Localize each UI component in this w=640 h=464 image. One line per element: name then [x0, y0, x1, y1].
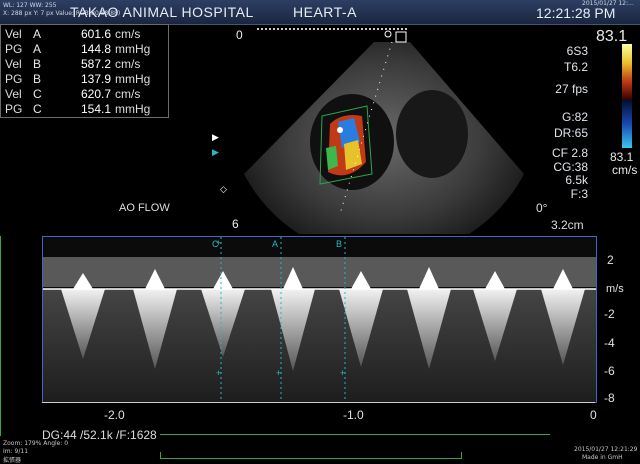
image-index: Im: 9/11 — [3, 448, 29, 455]
date-small: 2015/01/27 12:... — [582, 0, 634, 7]
measurement-row: Vel A 601.6 cm/s — [1, 27, 168, 42]
measurement-value: 620.7 — [80, 87, 111, 101]
x-tick-neg1: -1.0 — [343, 408, 364, 422]
measurement-unit: cm/s — [115, 27, 141, 41]
prf-label: 6.5k — [565, 173, 588, 187]
hospital-name: TAKAO ANIMAL HOSPITAL — [70, 4, 254, 20]
y-tick-neg8: -8 — [604, 391, 615, 405]
y-tick-neg2: -2 — [604, 307, 615, 321]
ao-flow-label: AO FLOW — [119, 202, 170, 214]
y-tick-2: 2 — [607, 253, 614, 267]
color-scale-red-bar — [622, 44, 632, 100]
svg-text:+: + — [340, 368, 345, 378]
measurement-unit: cm/s — [115, 87, 141, 101]
x-tick-neg2: -2.0 — [104, 408, 125, 422]
svg-text:+: + — [276, 368, 281, 378]
ecg-trace — [160, 434, 550, 436]
spectrum-trace: + + + + — [43, 237, 596, 402]
clock-time: 12:21:28 PM — [536, 5, 616, 21]
measurement-unit: mmHg — [115, 102, 151, 116]
measurement-value: 601.6 — [80, 27, 111, 41]
y-tick-neg6: -6 — [604, 364, 615, 378]
measurement-row: PG C 154.1 mmHg — [1, 102, 168, 117]
y-unit-label: m/s — [606, 283, 624, 295]
y-tick-neg4: -4 — [604, 336, 615, 350]
study-name: HEART-A — [293, 4, 357, 20]
measurement-unit: mmHg — [115, 42, 151, 56]
footer-timestamp: 2015/01/27 12:21:29 — [574, 446, 638, 453]
measurement-row: PG B 137.9 mmHg — [1, 72, 168, 87]
measurement-value: 144.8 — [80, 42, 111, 56]
ecg-strip — [0, 236, 11, 436]
doppler-spectrum-panel[interactable]: + + + + C A B — [42, 236, 597, 403]
footer-made-in: Made in GmH — [582, 454, 623, 461]
marker-b: B — [336, 239, 343, 249]
cine-bar[interactable] — [160, 452, 462, 459]
measurement-row: Vel B 587.2 cm/s — [1, 57, 168, 72]
measurement-row: PG A 144.8 mmHg — [1, 42, 168, 57]
measurement-row: Vel C 620.7 cm/s — [1, 87, 168, 102]
echo-sector-image[interactable] — [222, 24, 558, 234]
dynamic-range-label: DR:65 — [553, 126, 588, 140]
measurement-unit: cm/s — [115, 57, 141, 71]
title-bar: WL: 127 WW: 255 X: 288 px Y: 7 px Value:… — [0, 0, 640, 25]
x-tick-0: 0 — [590, 408, 597, 422]
scan-line-dots — [257, 28, 407, 34]
color-freq-label: CF 2.8 — [551, 146, 588, 160]
measurement-value: 587.2 — [80, 57, 111, 71]
tissue-freq-label: T6.2 — [563, 60, 588, 74]
color-gain-label: CG:38 — [553, 160, 588, 174]
measurement-panel: Vel A 601.6 cm/s PG A 144.8 mmHg Vel B 5… — [0, 24, 169, 118]
marker-c: C — [212, 239, 219, 249]
frame-rate-label: 27 fps — [555, 82, 588, 96]
gain-label: G:82 — [561, 110, 588, 124]
measurement-unit: mmHg — [115, 72, 151, 86]
measurement-value: 137.9 — [80, 72, 111, 86]
marker-a: A — [272, 239, 279, 249]
focus-marker-icon: ▶ — [212, 132, 219, 142]
filter-label: F:3 — [570, 187, 588, 201]
color-focus-marker-icon: ▶ — [212, 147, 219, 157]
measurement-value: 154.1 — [80, 102, 111, 116]
window-info-line: WL: 127 WW: 255 — [3, 2, 57, 9]
probe-label: 6S3 — [566, 44, 588, 58]
svg-text:+: + — [216, 368, 221, 378]
zoom-info: Zoom: 179% Angle: 0 — [3, 440, 69, 447]
color-scale-blue-bar — [622, 100, 632, 148]
scale-unit-label: cm/s — [612, 163, 638, 177]
scale-bottom-label: 83.1 — [610, 150, 634, 164]
